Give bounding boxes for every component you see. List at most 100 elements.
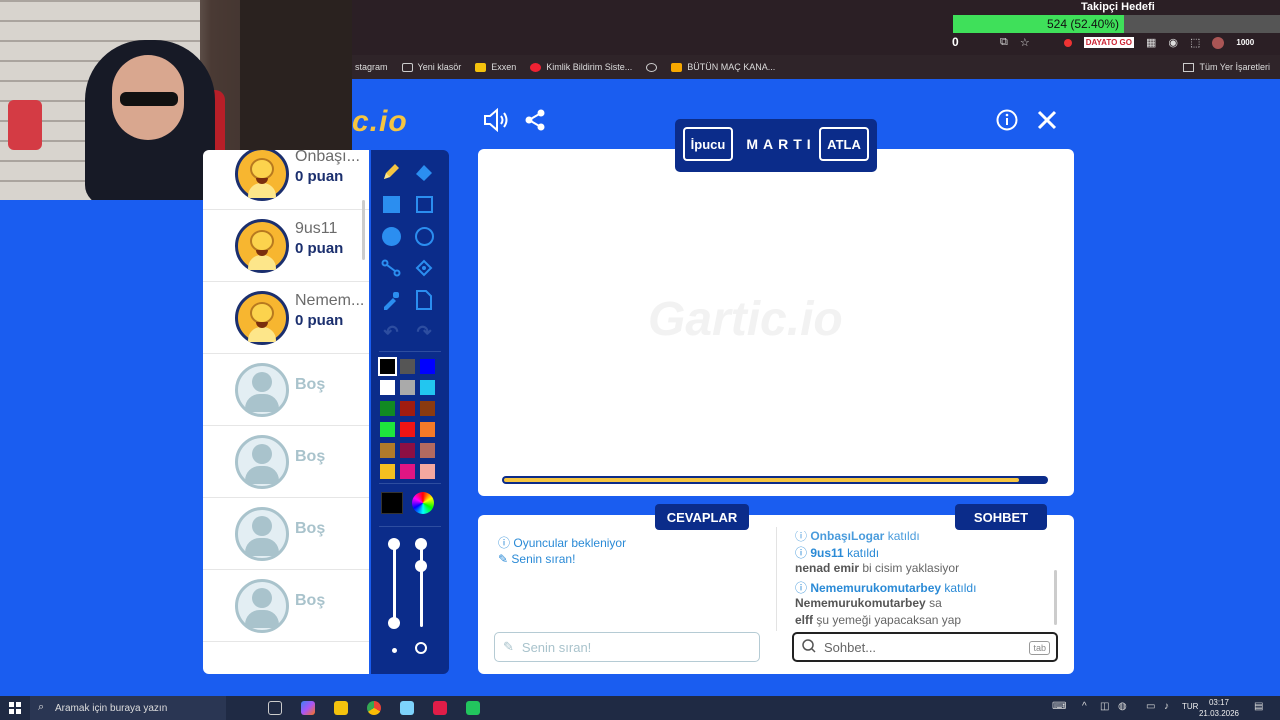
circle-tool-icon[interactable]: [412, 224, 436, 248]
bookmark-instagram[interactable]: stagram: [355, 62, 388, 72]
filled-circle-tool-icon[interactable]: [379, 224, 403, 248]
chevron-up-icon[interactable]: ^: [1082, 701, 1094, 713]
player-row[interactable]: Nemem... 0 puan: [203, 282, 369, 354]
screenshot-icon[interactable]: ⧉: [1000, 36, 1008, 49]
close-icon[interactable]: [1036, 109, 1058, 138]
extension-chip[interactable]: DAYATO GO: [1083, 37, 1134, 48]
bookmark-butun-mac[interactable]: BÜTÜN MAÇ KANA...: [671, 62, 775, 72]
taskbar-clock[interactable]: 03:17 21.03.2026: [1196, 697, 1242, 719]
color-swatch[interactable]: [420, 464, 435, 479]
eraser-tool-icon[interactable]: [412, 160, 436, 184]
brush-size-slider-max-knob[interactable]: [388, 538, 400, 550]
color-swatch[interactable]: [380, 443, 395, 458]
color-swatch[interactable]: [380, 401, 395, 416]
player-slot-empty[interactable]: Boş: [203, 426, 369, 498]
color-swatch[interactable]: [400, 443, 415, 458]
eyedropper-tool-icon[interactable]: [379, 288, 403, 312]
pencil-tool-icon[interactable]: [379, 160, 403, 184]
puzzle-icon[interactable]: ⬚: [1190, 36, 1200, 49]
taskbar-search[interactable]: ⌕ Aramak için buraya yazın: [30, 696, 226, 720]
player-name: 9us11: [295, 220, 338, 237]
windows-start-icon[interactable]: [9, 702, 21, 714]
chat-text: bi cisim yaklasiyor: [862, 561, 960, 575]
color-swatch[interactable]: [380, 380, 395, 395]
player-slot-empty[interactable]: Boş: [203, 354, 369, 426]
current-color-swatch[interactable]: [381, 492, 403, 514]
tab-chat[interactable]: SOHBET: [955, 504, 1047, 530]
chat-input[interactable]: Sohbet... tab: [792, 632, 1058, 662]
line-tool-icon[interactable]: [379, 256, 403, 280]
filled-rectangle-tool-icon[interactable]: [379, 192, 403, 216]
color-swatch[interactable]: [420, 380, 435, 395]
color-swatch[interactable]: [378, 357, 397, 376]
tab-answers[interactable]: CEVAPLAR: [655, 504, 749, 530]
avatar-body: [245, 466, 279, 484]
keyboard-icon[interactable]: ⌨: [1052, 701, 1066, 713]
color-swatch[interactable]: [400, 401, 415, 416]
player-name: Boş: [295, 520, 326, 537]
network-icon[interactable]: ▭: [1146, 701, 1158, 713]
skip-button[interactable]: ATLA: [819, 127, 869, 161]
color-swatch[interactable]: [400, 464, 415, 479]
star-icon[interactable]: ☆: [1020, 36, 1030, 49]
brush-size-slider-knob[interactable]: [388, 617, 400, 629]
redo-tool-icon[interactable]: ↷: [412, 320, 436, 344]
opacity-slider[interactable]: [420, 545, 423, 627]
color-swatch[interactable]: [420, 401, 435, 416]
avatar-face: [250, 230, 274, 252]
color-swatch[interactable]: [400, 359, 415, 374]
color-swatch[interactable]: [420, 443, 435, 458]
empty-avatar-icon: [235, 363, 289, 417]
player-score: 0 puan: [295, 312, 344, 329]
info-icon[interactable]: [996, 109, 1018, 138]
panel-divider: [776, 527, 777, 631]
opacity-slider-knob[interactable]: [415, 560, 427, 572]
opacity-slider-max-knob[interactable]: [415, 538, 427, 550]
bookmark-globe[interactable]: [646, 62, 658, 72]
all-bookmarks[interactable]: Tüm Yer İşaretleri: [1183, 55, 1270, 79]
new-page-tool-icon[interactable]: [412, 288, 436, 312]
bookmark-yeni-klasor[interactable]: Yeni klasör: [401, 62, 461, 72]
answer-input[interactable]: ✎ Senin sıran!: [494, 632, 760, 662]
player-row[interactable]: 9us11 0 puan: [203, 210, 369, 282]
color-swatch[interactable]: [420, 422, 435, 437]
color-swatch[interactable]: [400, 422, 415, 437]
notification-icon[interactable]: ▤: [1254, 701, 1266, 713]
color-swatch[interactable]: [380, 422, 395, 437]
player-slot-empty[interactable]: Boş: [203, 570, 369, 642]
tray-icon[interactable]: ◫: [1100, 701, 1112, 713]
copilot-icon[interactable]: [301, 701, 315, 715]
extension-icon[interactable]: ▦: [1146, 36, 1156, 49]
undo-tool-icon[interactable]: ↶: [379, 320, 403, 344]
color-swatch[interactable]: [400, 380, 415, 395]
avatar[interactable]: [1212, 36, 1225, 49]
bookmark-kimlik[interactable]: Kimlik Bildirim Siste...: [530, 62, 632, 72]
record-icon[interactable]: [1063, 38, 1072, 47]
task-view-icon[interactable]: [268, 701, 282, 715]
obs-icon[interactable]: [433, 701, 447, 715]
app-icon[interactable]: [466, 701, 480, 715]
app-icon[interactable]: [400, 701, 414, 715]
audio-icon[interactable]: ◉: [1168, 36, 1178, 49]
player-list: Onbaşı... 0 puan 9us11 0 puan Nemem... 0 puan…: [203, 150, 369, 674]
file-explorer-icon[interactable]: [334, 701, 348, 715]
volume-icon[interactable]: ♪: [1164, 701, 1176, 713]
player-slot-empty[interactable]: Boş: [203, 498, 369, 570]
hint-button[interactable]: İpucu: [683, 127, 733, 161]
color-swatch[interactable]: [380, 464, 395, 479]
color-swatch[interactable]: [420, 359, 435, 374]
rectangle-tool-icon[interactable]: [412, 192, 436, 216]
color-wheel-icon[interactable]: [412, 492, 434, 514]
chat-scrollbar[interactable]: [1054, 570, 1057, 625]
brush-size-slider[interactable]: [393, 545, 396, 627]
chrome-icon[interactable]: [367, 701, 381, 715]
player-list-scrollbar[interactable]: [362, 200, 365, 260]
fill-bucket-tool-icon[interactable]: [412, 256, 436, 280]
player-score: 0 puan: [295, 168, 344, 185]
bookmark-exxen[interactable]: Exxen: [475, 62, 516, 72]
player-row[interactable]: Onbaşı... 0 puan: [203, 150, 369, 210]
round-timer-fill: [504, 478, 1019, 482]
share-icon[interactable]: [523, 108, 547, 139]
speaker-icon[interactable]: [482, 107, 508, 139]
tray-icon[interactable]: ◍: [1118, 701, 1130, 713]
